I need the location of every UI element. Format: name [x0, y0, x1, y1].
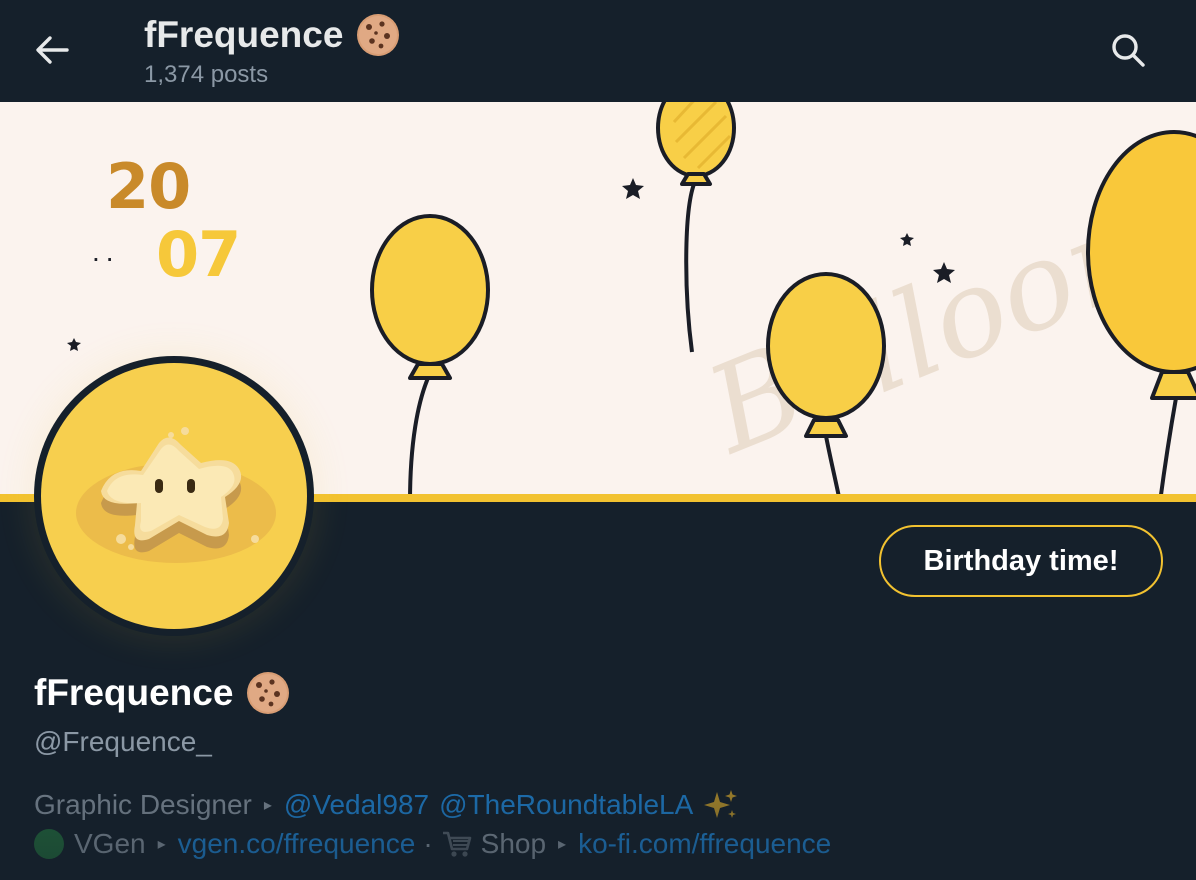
display-name-text: fFrequence [34, 672, 234, 713]
back-arrow-icon [36, 36, 69, 64]
banner-date-month: 07 [156, 218, 241, 291]
header-name: fFrequence [144, 14, 344, 55]
bio-line-1: Graphic Designer ▸ @Vedal987 @TheRoundta… [34, 788, 739, 822]
star-toast-icon [76, 427, 276, 563]
bio-separator: · [423, 828, 433, 859]
arrow-right-icon: ▸ [263, 797, 272, 814]
arrow-right-icon: ▸ [157, 836, 166, 853]
balloon-top [656, 102, 736, 353]
search-button[interactable] [1100, 22, 1156, 78]
mention-vedal[interactable]: @Vedal987 [284, 789, 429, 821]
cookie-emoji-icon [247, 672, 290, 714]
banner-date-day: 20 [106, 150, 191, 223]
profile-handle: @Frequence_ [34, 726, 212, 757]
vgen-link[interactable]: vgen.co/ffrequence [178, 828, 416, 860]
banner-date-dots: .. [92, 236, 120, 267]
shop-label: Shop [480, 828, 547, 859]
balloon-left [370, 214, 490, 502]
arrow-right-icon: ▸ [558, 836, 567, 853]
vgen-icon [34, 829, 64, 859]
back-button[interactable] [24, 22, 80, 78]
birthday-button[interactable]: Birthday time! [879, 525, 1163, 597]
mention-roundtable[interactable]: @TheRoundtableLA [439, 789, 693, 821]
post-count: 1,374 posts [144, 61, 269, 88]
avatar-image [41, 363, 307, 629]
profile-header: fFrequence 1,374 posts [0, 0, 1196, 102]
cookie-emoji-icon [357, 14, 400, 56]
sparkles-emoji-icon [703, 788, 739, 822]
balloon-right [1086, 130, 1196, 502]
balloon-middle [766, 272, 886, 502]
profile-display-name: fFrequence [34, 670, 291, 716]
kofi-link[interactable]: ko-fi.com/ffrequence [578, 828, 831, 860]
cart-icon [441, 829, 473, 859]
header-title: fFrequence [144, 12, 401, 58]
bio-role: Graphic Designer [34, 789, 252, 820]
vgen-label: VGen [74, 828, 146, 859]
search-icon [1112, 34, 1145, 67]
bio-line-2: VGen ▸ vgen.co/ffrequence · Shop ▸ ko-fi… [34, 828, 831, 860]
avatar[interactable] [34, 356, 314, 636]
